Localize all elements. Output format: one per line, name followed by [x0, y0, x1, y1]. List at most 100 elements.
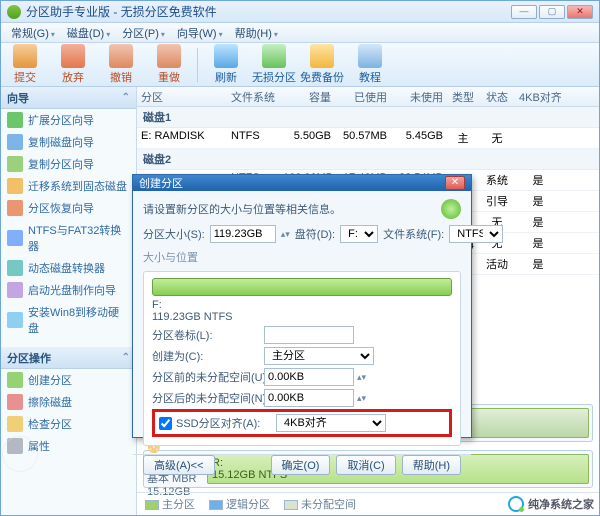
tb-tutorial[interactable]: 教程: [346, 44, 394, 85]
lbl-size: 分区大小(S):: [143, 226, 205, 242]
tb-backup[interactable]: 免费备份: [298, 44, 346, 85]
window-title: 分区助手专业版 - 无损分区免费软件: [26, 3, 509, 20]
tb-undo[interactable]: 撤销: [97, 44, 145, 85]
advanced-button[interactable]: 高级(A)<<: [143, 455, 215, 475]
tutorial-icon: [358, 44, 382, 68]
check-icon: [7, 416, 23, 432]
select-fs[interactable]: NTFS: [449, 225, 503, 243]
col-partition[interactable]: 分区: [137, 87, 227, 106]
ok-button[interactable]: 确定(O): [271, 455, 331, 475]
watermark: 纯净系统之家: [508, 496, 594, 512]
input-vollabel[interactable]: [264, 326, 354, 344]
menu-partition[interactable]: 分区(P)▾: [116, 23, 171, 43]
tb-discard[interactable]: 放弃: [49, 44, 97, 85]
sb-check[interactable]: 检查分区: [1, 413, 136, 435]
menu-wizard[interactable]: 向导(W)▾: [171, 23, 229, 43]
lbl-vollabel: 分区卷标(L):: [152, 327, 264, 343]
sb-recover[interactable]: 分区恢复向导: [1, 197, 136, 219]
row-size-drive-fs: 分区大小(S): ▴▾ 盘符(D): F: 文件系统(F): NTFS: [143, 225, 461, 243]
sb-group-ops[interactable]: 分区操作⌃: [1, 347, 136, 369]
toolbar: 提交 放弃 撤销 重做 刷新 无损分区 免费备份 教程: [1, 43, 599, 87]
col-cap[interactable]: 容量: [279, 87, 335, 106]
lbl-after: 分区后的未分配空间(N):: [152, 390, 264, 406]
copydisk-icon: [7, 134, 23, 150]
disk1-group[interactable]: 磁盘1: [137, 107, 599, 128]
table-row[interactable]: E: RAMDISK NTFS 5.50GB 50.57MB 5.45GB 主 …: [137, 128, 599, 149]
undo-icon: [109, 44, 133, 68]
convert-icon: [7, 230, 23, 246]
sb-copypart[interactable]: 复制分区向导: [1, 153, 136, 175]
lbl-before: 分区前的未分配空间(U):: [152, 369, 264, 385]
lbl-drive: 盘符(D):: [295, 226, 335, 242]
spinner-arrows[interactable]: ▴▾: [357, 393, 366, 404]
col-align[interactable]: 4KB对齐: [515, 87, 561, 106]
cancel-button[interactable]: 取消(C): [336, 455, 395, 475]
lbl-ssd: SSD分区对齐(A):: [176, 415, 276, 431]
sb-ntfsfat[interactable]: NTFS与FAT32转换器: [1, 219, 136, 257]
tb-resize[interactable]: 无损分区: [250, 44, 298, 85]
discard-icon: [61, 44, 85, 68]
menu-help[interactable]: 帮助(H)▾: [229, 23, 284, 43]
sb-wipe[interactable]: 擦除磁盘: [1, 391, 136, 413]
slot-bar[interactable]: [152, 278, 452, 296]
slot-size: 119.23GB NTFS: [152, 311, 452, 323]
menu-disk[interactable]: 磁盘(D)▾: [61, 23, 116, 43]
slot-drive: F:: [152, 299, 452, 311]
watermark-logo-icon: [508, 496, 524, 512]
lbl-fs: 文件系统(F):: [383, 226, 444, 242]
sb-group-wizard[interactable]: 向导⌃: [1, 87, 136, 109]
resize-icon: [262, 44, 286, 68]
sb-extend[interactable]: 扩展分区向导: [1, 109, 136, 131]
dialog-title-bar[interactable]: 创建分区 ✕: [133, 175, 471, 191]
menu-general[interactable]: 常规(G)▾: [5, 23, 61, 43]
sb-copydisk[interactable]: 复制磁盘向导: [1, 131, 136, 153]
chk-ssd-align[interactable]: [159, 417, 172, 430]
sb-dyn[interactable]: 动态磁盘转换器: [1, 257, 136, 279]
input-size[interactable]: [210, 225, 276, 243]
app-icon: [7, 5, 21, 19]
col-type[interactable]: 类型: [447, 87, 479, 106]
refresh-icon: [214, 44, 238, 68]
sb-create[interactable]: 创建分区: [1, 369, 136, 391]
spinner-arrows[interactable]: ▴▾: [357, 372, 366, 383]
col-fs[interactable]: 文件系统: [227, 87, 279, 106]
close-button[interactable]: ✕: [567, 5, 593, 19]
title-bar: 分区助手专业版 - 无损分区免费软件 — ▢ ✕: [1, 1, 599, 23]
redo-icon: [157, 44, 181, 68]
minimize-button[interactable]: —: [511, 5, 537, 19]
table-header: 分区 文件系统 容量 已使用 未使用 类型 状态 4KB对齐: [137, 87, 599, 107]
submit-icon: [13, 44, 37, 68]
input-after[interactable]: [264, 389, 354, 407]
sb-migrate[interactable]: 迁移系统到固态磁盘: [1, 175, 136, 197]
dynamic-icon: [7, 260, 23, 276]
tb-redo[interactable]: 重做: [145, 44, 193, 85]
new-partition-icon: [441, 199, 461, 219]
wipe-icon: [7, 394, 23, 410]
lbl-createas: 创建为(C):: [152, 348, 264, 364]
tb-refresh[interactable]: 刷新: [202, 44, 250, 85]
col-stat[interactable]: 状态: [479, 87, 515, 106]
extend-icon: [7, 112, 23, 128]
dialog-close-button[interactable]: ✕: [445, 176, 465, 190]
spinner-arrows[interactable]: ▴▾: [281, 229, 290, 240]
col-used[interactable]: 已使用: [335, 87, 391, 106]
disk2-group[interactable]: 磁盘2: [137, 149, 599, 170]
create-partition-dialog: 创建分区 ✕ 请设置新分区的大小与位置等相关信息。 分区大小(S): ▴▾ 盘符…: [132, 174, 472, 438]
seal-stamp: [2, 436, 38, 472]
bootcd-icon: [7, 282, 23, 298]
dialog-buttons: 高级(A)<< 确定(O) 取消(C) 帮助(H): [133, 454, 471, 475]
win8-icon: [7, 312, 23, 328]
collapse-icon2: ⌃: [122, 352, 130, 363]
create-icon: [7, 372, 23, 388]
select-drive[interactable]: F:: [340, 225, 378, 243]
sb-bootcd[interactable]: 启动光盘制作向导: [1, 279, 136, 301]
maximize-button[interactable]: ▢: [539, 5, 565, 19]
select-ssd-align[interactable]: 4KB对齐: [276, 414, 386, 432]
sb-win8[interactable]: 安装Win8到移动硬盘: [1, 301, 136, 339]
backup-icon: [310, 44, 334, 68]
input-before[interactable]: [264, 368, 354, 386]
select-createas[interactable]: 主分区: [264, 347, 374, 365]
help-button[interactable]: 帮助(H): [402, 455, 461, 475]
tb-submit[interactable]: 提交: [1, 44, 49, 85]
col-free[interactable]: 未使用: [391, 87, 447, 106]
